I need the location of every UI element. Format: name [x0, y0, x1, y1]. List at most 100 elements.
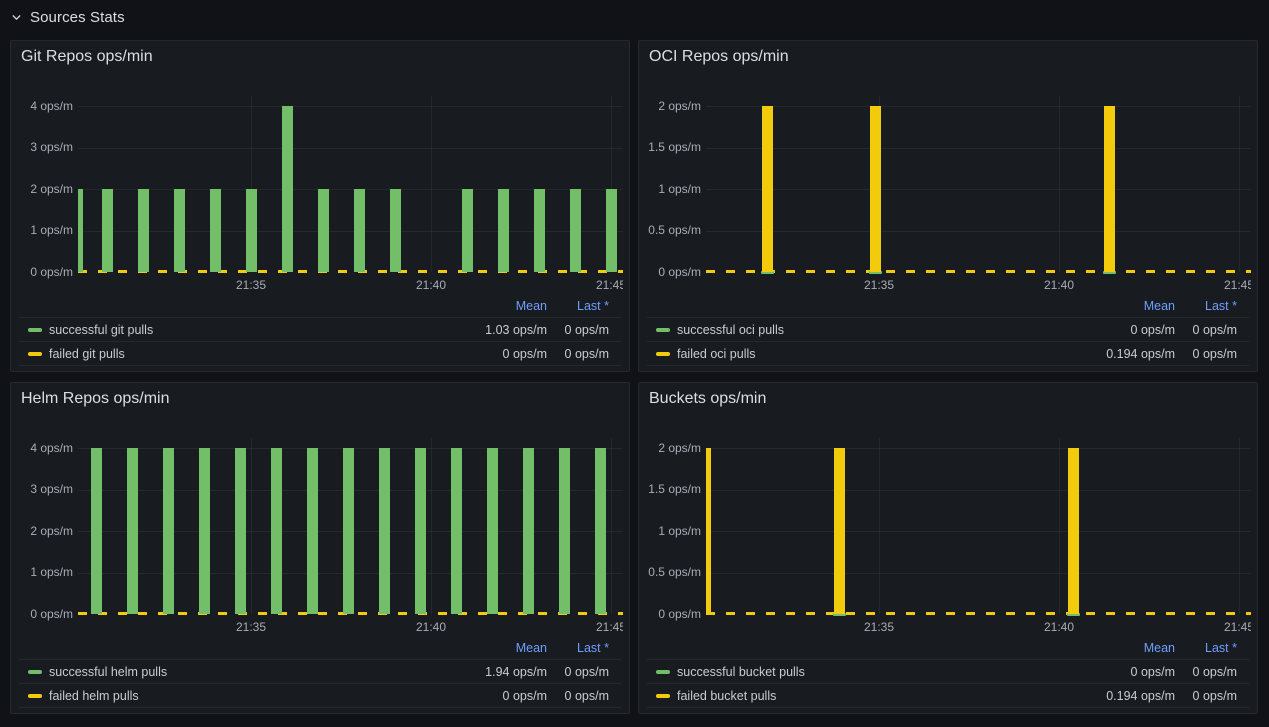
- series-swatch-icon: [28, 670, 42, 674]
- legend-table: Mean Last * successful git pulls 1.03 op…: [19, 297, 621, 366]
- gridline-vertical: [1239, 438, 1240, 614]
- chart-canvas[interactable]: 2 ops/m 1.5 ops/m 1 ops/m 0.5 ops/m 0 op…: [639, 41, 1251, 297]
- chart-bar: [390, 189, 401, 272]
- chart-bar: [762, 106, 773, 272]
- legend-header: Mean Last *: [19, 297, 621, 317]
- gridline-vertical: [1059, 438, 1060, 614]
- series-label[interactable]: successful bucket pulls: [677, 664, 805, 680]
- chart-bar: [318, 189, 329, 272]
- chart-canvas[interactable]: 4 ops/m 3 ops/m 2 ops/m 1 ops/m 0 ops/m …: [11, 41, 623, 297]
- plot-region: [11, 383, 623, 639]
- legend-header: Mean Last *: [647, 639, 1249, 659]
- gridline-horizontal: [78, 148, 623, 149]
- chart-canvas[interactable]: 4 ops/m 3 ops/m 2 ops/m 1 ops/m 0 ops/m …: [11, 383, 623, 639]
- legend-col-mean[interactable]: Mean: [1144, 299, 1175, 313]
- legend-col-mean[interactable]: Mean: [516, 641, 547, 655]
- chart-bar: [451, 448, 462, 614]
- series-swatch-icon: [656, 328, 670, 332]
- gridline-horizontal: [706, 490, 1251, 491]
- legend-col-mean[interactable]: Mean: [516, 299, 547, 313]
- section-title: Sources Stats: [30, 9, 125, 26]
- series-label[interactable]: failed git pulls: [49, 346, 125, 362]
- legend-col-mean[interactable]: Mean: [1144, 641, 1175, 655]
- gridline-horizontal: [706, 231, 1251, 232]
- panel-buckets: Buckets ops/min 2 ops/m 1.5 ops/m 1 ops/…: [638, 382, 1258, 714]
- chart-canvas[interactable]: 2 ops/m 1.5 ops/m 1 ops/m 0.5 ops/m 0 op…: [639, 383, 1251, 639]
- series-swatch-icon: [656, 670, 670, 674]
- chart-bar: [415, 448, 426, 614]
- series-mean-value: 1.94 ops/m: [485, 664, 547, 680]
- chart-bar: [870, 106, 881, 272]
- gridline-vertical: [431, 438, 432, 614]
- panel-git-repos: Git Repos ops/min 4 ops/m 3 ops/m 2 ops/…: [10, 40, 630, 372]
- legend-row: successful oci pulls 0 ops/m 0 ops/m: [647, 317, 1249, 341]
- gridline-horizontal: [706, 531, 1251, 532]
- series-last-value: 0 ops/m: [1193, 322, 1237, 338]
- chart-bar: [834, 448, 845, 614]
- legend-col-last[interactable]: Last *: [577, 641, 609, 655]
- chart-bar: [534, 189, 545, 272]
- chart-bar: [102, 189, 113, 272]
- series-label[interactable]: failed bucket pulls: [677, 688, 776, 704]
- plot-region: [639, 41, 1251, 297]
- chart-bar: [235, 448, 246, 614]
- legend-col-last[interactable]: Last *: [1205, 641, 1237, 655]
- chart-bar: [570, 189, 581, 272]
- chart-bar: [487, 448, 498, 614]
- gridline-horizontal: [706, 106, 1251, 107]
- section-row-sources-stats[interactable]: Sources Stats: [10, 4, 1258, 30]
- chart-bar: [1068, 448, 1079, 614]
- legend-table: Mean Last * successful oci pulls 0 ops/m…: [647, 297, 1249, 366]
- series-mean-value: 0.194 ops/m: [1106, 688, 1175, 704]
- legend-col-last[interactable]: Last *: [577, 299, 609, 313]
- series-label[interactable]: successful git pulls: [49, 322, 153, 338]
- chart-bar: [91, 448, 102, 614]
- gridline-vertical: [431, 96, 432, 272]
- series-mean-value: 1.03 ops/m: [485, 322, 547, 338]
- plot-region: [639, 383, 1251, 639]
- gridline-vertical: [611, 438, 612, 614]
- series-mean-value: 0 ops/m: [503, 346, 547, 362]
- series-label[interactable]: successful helm pulls: [49, 664, 167, 680]
- chart-bar: [606, 189, 617, 272]
- chart-bar: [282, 106, 293, 272]
- chart-bar: [246, 189, 257, 272]
- series-swatch-icon: [28, 352, 42, 356]
- legend-row: failed oci pulls 0.194 ops/m 0 ops/m: [647, 341, 1249, 366]
- chart-bar: [595, 448, 606, 614]
- legend-table: Mean Last * successful bucket pulls 0 op…: [647, 639, 1249, 708]
- series-swatch-icon: [656, 352, 670, 356]
- chart-bar: [1104, 106, 1115, 272]
- series-last-value: 0 ops/m: [565, 688, 609, 704]
- legend-row: failed helm pulls 0 ops/m 0 ops/m: [19, 683, 621, 708]
- series-label[interactable]: failed helm pulls: [49, 688, 139, 704]
- legend-col-last[interactable]: Last *: [1205, 299, 1237, 313]
- series-mean-value: 0 ops/m: [503, 688, 547, 704]
- chart-bar-clipped: [706, 448, 711, 614]
- chart-bar: [379, 448, 390, 614]
- chart-bar: [199, 448, 210, 614]
- legend-row: failed bucket pulls 0.194 ops/m 0 ops/m: [647, 683, 1249, 708]
- chart-bar: [343, 448, 354, 614]
- legend-row: failed git pulls 0 ops/m 0 ops/m: [19, 341, 621, 366]
- panel-helm-repos: Helm Repos ops/min 4 ops/m 3 ops/m 2 ops…: [10, 382, 630, 714]
- panel-oci-repos: OCI Repos ops/min 2 ops/m 1.5 ops/m 1 op…: [638, 40, 1258, 372]
- legend-header: Mean Last *: [647, 297, 1249, 317]
- series-last-value: 0 ops/m: [1193, 664, 1237, 680]
- legend-header: Mean Last *: [19, 639, 621, 659]
- legend-table: Mean Last * successful helm pulls 1.94 o…: [19, 639, 621, 708]
- series-swatch-icon: [28, 694, 42, 698]
- series-last-value: 0 ops/m: [1193, 346, 1237, 362]
- series-label[interactable]: failed oci pulls: [677, 346, 756, 362]
- series-last-value: 0 ops/m: [1193, 688, 1237, 704]
- legend-row: successful helm pulls 1.94 ops/m 0 ops/m: [19, 659, 621, 683]
- chart-bar: [462, 189, 473, 272]
- gridline-vertical: [1239, 96, 1240, 272]
- series-label[interactable]: successful oci pulls: [677, 322, 784, 338]
- series-mean-value: 0 ops/m: [1131, 664, 1175, 680]
- chart-bar: [210, 189, 221, 272]
- chart-bar: [271, 448, 282, 614]
- chart-bar: [559, 448, 570, 614]
- gridline-vertical: [251, 438, 252, 614]
- gridline-horizontal: [706, 448, 1251, 449]
